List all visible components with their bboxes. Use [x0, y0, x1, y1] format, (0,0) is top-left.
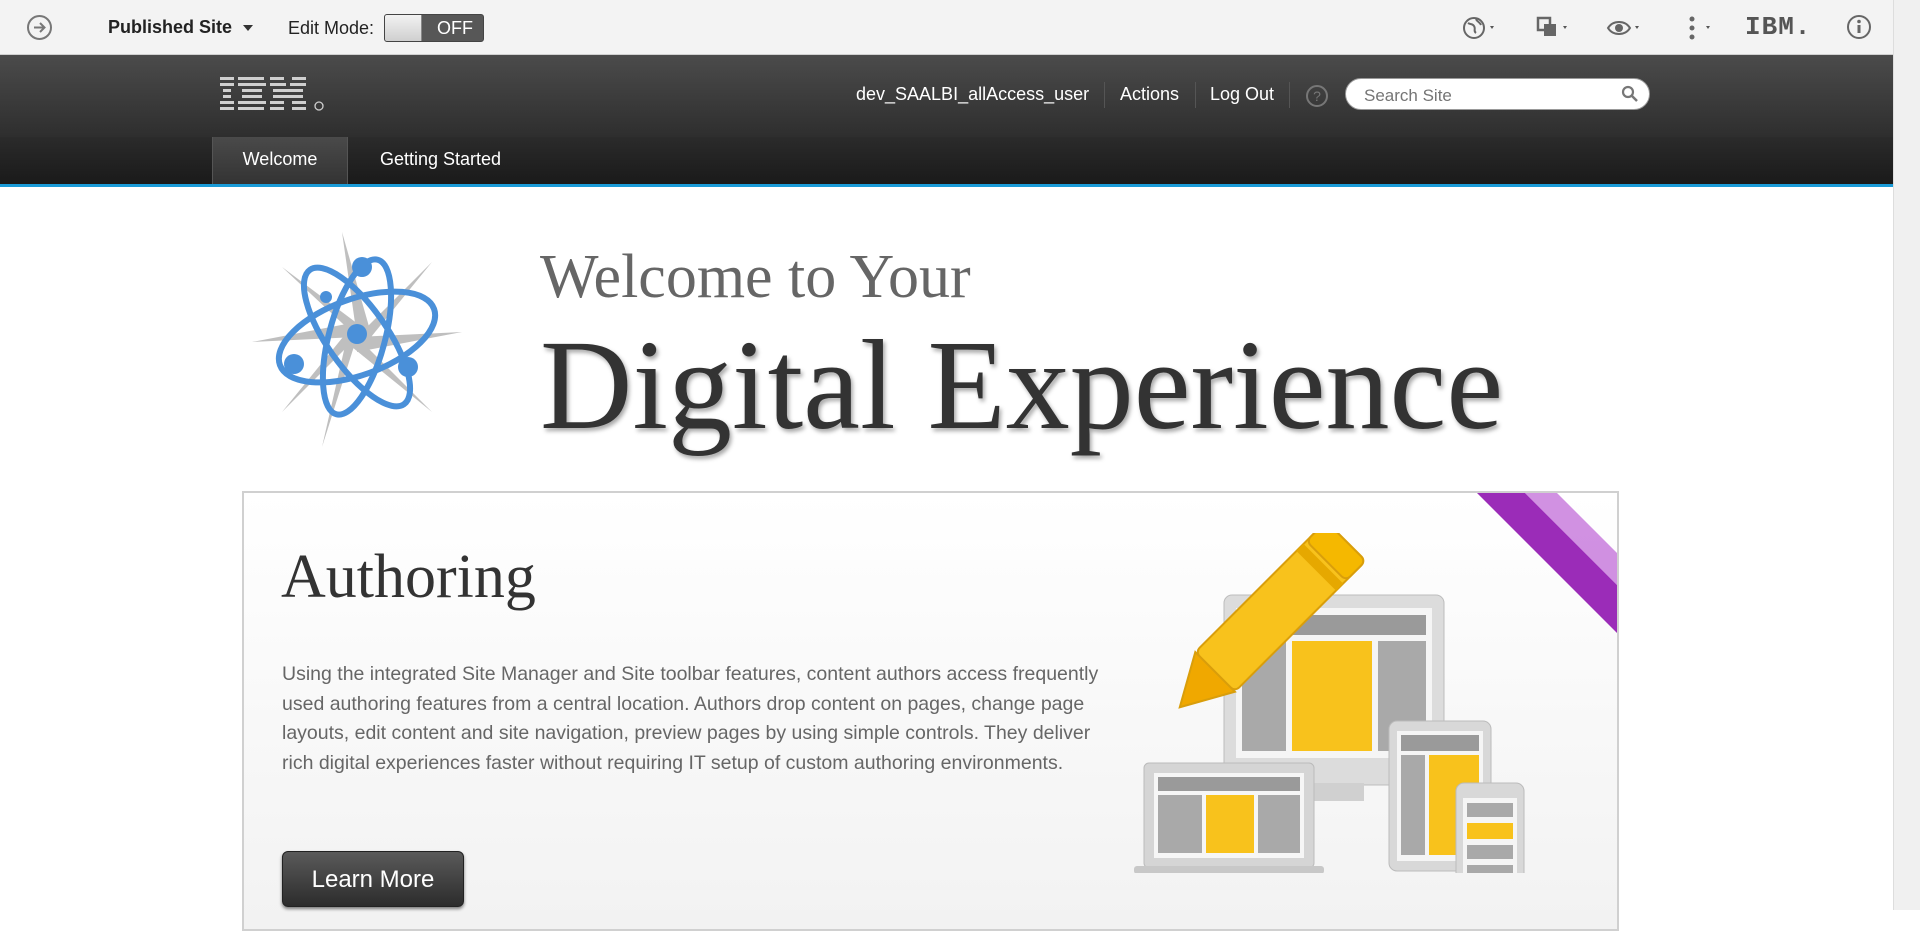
edit-mode-state: OFF	[437, 18, 473, 38]
card-title: Authoring	[281, 543, 536, 611]
search-input[interactable]	[1362, 85, 1616, 107]
info-icon[interactable]	[1846, 14, 1872, 45]
site-selector[interactable]: Published Site	[108, 17, 254, 38]
help-icon[interactable]: ?	[1305, 84, 1329, 113]
devices-illustration	[1134, 522, 1554, 909]
site-selector-label: Published Site	[108, 17, 233, 37]
arrow-circle-icon[interactable]	[26, 14, 53, 46]
svg-text:?: ?	[1313, 88, 1321, 104]
learn-more-button[interactable]: Learn More	[282, 851, 464, 907]
user-name-link[interactable]: dev_SAALBI_allAccess_user	[856, 84, 1089, 105]
tab-getting-started[interactable]: Getting Started	[380, 137, 501, 184]
card-description: Using the integrated Site Manager and Si…	[282, 663, 1099, 774]
header-divider	[1104, 82, 1105, 108]
toggle-knob	[385, 15, 422, 41]
edit-mode-toggle[interactable]: OFF	[384, 14, 484, 42]
search-icon[interactable]	[1621, 85, 1639, 108]
header-divider	[1195, 82, 1196, 108]
hero-subtitle: Welcome to Your	[540, 243, 971, 311]
ibm-logo-toolbar: IBM.	[1745, 12, 1812, 42]
ibm-logo[interactable]	[220, 74, 328, 119]
tab-welcome[interactable]: Welcome	[212, 137, 348, 184]
top-toolbar: Published Site Edit Mode: OFF IBM.	[0, 0, 1893, 55]
more-vertical-icon[interactable]	[1686, 14, 1716, 47]
hero-title: Digital Experience	[540, 314, 1504, 456]
edit-mode-label: Edit Mode:	[288, 18, 375, 38]
atom-logo	[242, 222, 472, 457]
globe-icon[interactable]	[1462, 14, 1502, 47]
search-box[interactable]	[1345, 78, 1650, 110]
vertical-scrollbar[interactable]	[1893, 0, 1920, 910]
actions-link[interactable]: Actions	[1120, 84, 1179, 105]
layers-icon[interactable]	[1535, 14, 1575, 47]
eye-icon[interactable]	[1606, 14, 1646, 47]
logout-link[interactable]: Log Out	[1210, 84, 1274, 105]
header-divider	[1289, 82, 1290, 108]
chevron-down-icon	[243, 25, 254, 32]
